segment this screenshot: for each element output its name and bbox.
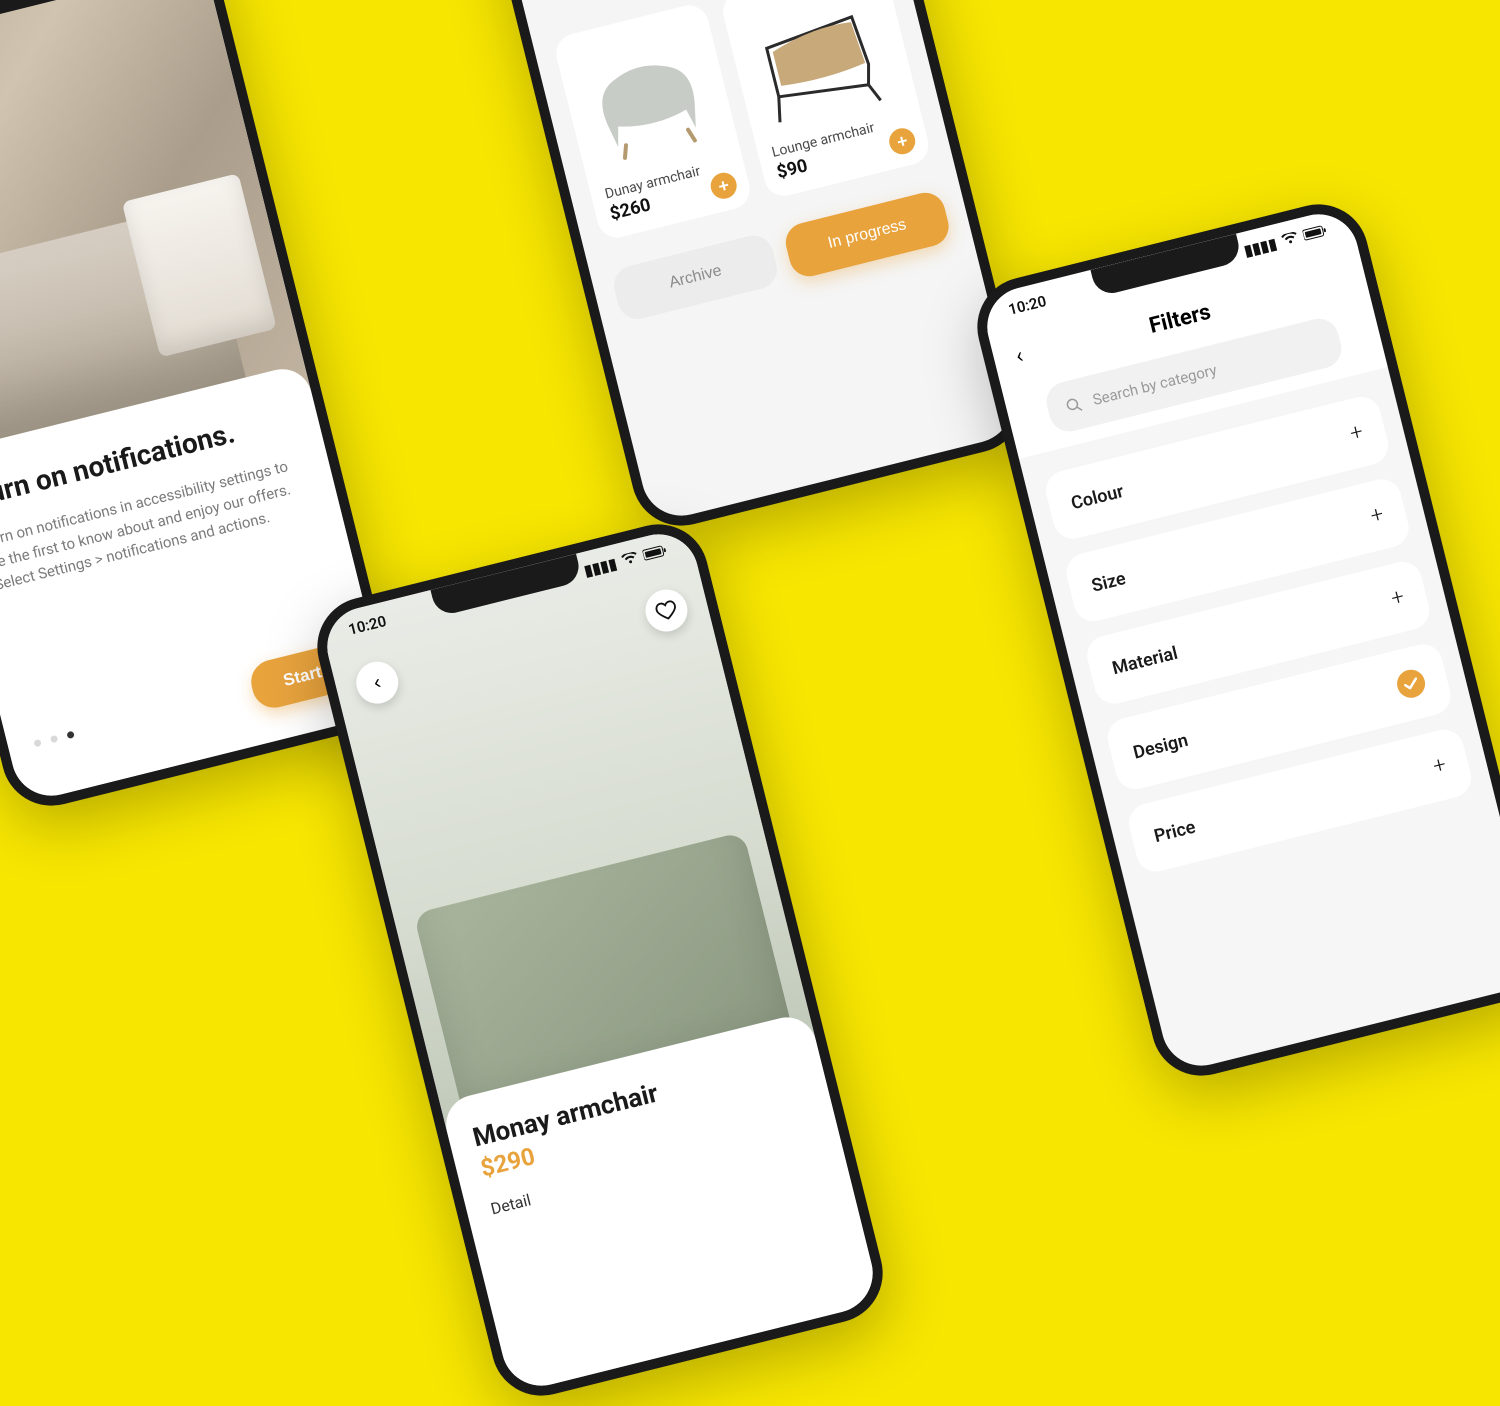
product-card[interactable]: Dunay armchair $260 +: [552, 1, 754, 242]
page-dots[interactable]: [33, 731, 74, 748]
product-thumb: [570, 20, 726, 177]
plus-icon: +: [1368, 502, 1386, 529]
dot-active: [66, 731, 74, 739]
filter-label: Material: [1110, 643, 1180, 680]
check-icon: [1394, 667, 1428, 701]
product-card[interactable]: Lounge armchair $90 +: [719, 0, 933, 200]
chevron-left-icon: ‹: [371, 671, 383, 695]
filter-label: Price: [1152, 817, 1198, 847]
heart-icon: [653, 598, 679, 623]
dot: [33, 739, 41, 747]
plus-icon: +: [1389, 584, 1407, 611]
filter-label: Colour: [1069, 481, 1126, 514]
search-icon: [1064, 395, 1083, 414]
onboarding-sheet: Turn on notifications. Turn on notificat…: [0, 363, 391, 804]
search-placeholder: Search by category: [1091, 361, 1219, 409]
catalog-screen: Rocking armchair $330 + Dunay armchair $…: [447, 0, 1033, 536]
dot: [50, 735, 58, 743]
plus-icon: +: [895, 130, 910, 153]
filter-label: Size: [1090, 568, 1128, 597]
product-detail-screen: 10:20 ▮▮▮▮ ‹ Monay armchair $290 Detail: [307, 514, 893, 1406]
back-button[interactable]: ‹: [352, 657, 403, 708]
wifi-icon: [1280, 229, 1300, 250]
wifi-icon: [620, 549, 640, 570]
plus-icon: +: [716, 174, 731, 197]
product-thumb: [736, 0, 903, 136]
favorite-button[interactable]: [641, 585, 692, 636]
filter-label: Design: [1131, 729, 1190, 763]
plus-icon: +: [1348, 419, 1366, 446]
filter-list: Colour + Size + Material + Design Price …: [1019, 367, 1498, 901]
filters-screen: 10:20 ▮▮▮▮ ‹ Filters Search by category …: [967, 194, 1500, 1086]
plus-icon: +: [1430, 752, 1448, 779]
